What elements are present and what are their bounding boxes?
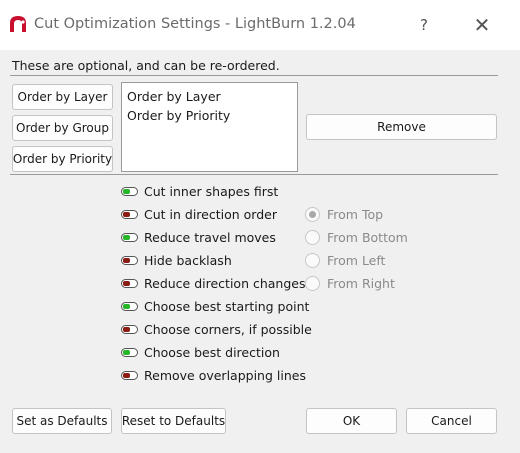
reset-to-defaults-button[interactable]: Reset to Defaults	[121, 408, 226, 434]
option-choose-corners[interactable]: Choose corners, if possible	[121, 320, 312, 338]
divider	[10, 75, 498, 76]
option-choose-best-starting-point[interactable]: Choose best starting point	[121, 297, 309, 315]
option-reduce-travel-moves[interactable]: Reduce travel moves	[121, 228, 276, 246]
radio-button[interactable]	[305, 206, 320, 222]
dialog-body: These are optional, and can be re-ordere…	[0, 50, 520, 453]
divider	[10, 174, 498, 175]
option-label: Remove overlapping lines	[144, 367, 306, 383]
close-button[interactable]: ✕	[462, 8, 502, 42]
option-label: Choose corners, if possible	[144, 321, 312, 337]
option-cut-inner-shapes-first[interactable]: Cut inner shapes first	[121, 182, 278, 200]
radio-label: From Right	[327, 275, 395, 291]
toggle-switch[interactable]	[121, 301, 138, 311]
toggle-switch[interactable]	[121, 255, 138, 265]
cancel-button[interactable]: Cancel	[406, 408, 497, 434]
toggle-switch[interactable]	[121, 370, 138, 380]
radio-from-bottom[interactable]: From Bottom	[305, 228, 408, 246]
toggle-switch[interactable]	[121, 232, 138, 242]
option-reduce-direction-changes[interactable]: Reduce direction changes	[121, 274, 305, 292]
option-label: Choose best starting point	[144, 298, 310, 314]
order-by-group-button[interactable]: Order by Group	[12, 115, 113, 141]
toggle-switch[interactable]	[121, 347, 138, 357]
set-as-defaults-button[interactable]: Set as Defaults	[12, 408, 112, 434]
option-label: Hide backlash	[144, 252, 232, 268]
radio-button[interactable]	[305, 275, 320, 291]
radio-from-top[interactable]: From Top	[305, 205, 383, 223]
option-hide-backlash[interactable]: Hide backlash	[121, 251, 232, 269]
option-cut-in-direction-order[interactable]: Cut in direction order	[121, 205, 277, 223]
option-label: Cut inner shapes first	[144, 183, 279, 199]
option-choose-best-direction[interactable]: Choose best direction	[121, 343, 280, 361]
toggle-switch[interactable]	[121, 324, 138, 334]
remove-button[interactable]: Remove	[306, 114, 497, 140]
order-by-priority-button[interactable]: Order by Priority	[12, 146, 113, 172]
hint-text: These are optional, and can be re-ordere…	[12, 58, 280, 73]
toggle-switch[interactable]	[121, 278, 138, 288]
radio-from-right[interactable]: From Right	[305, 274, 395, 292]
window-title: Cut Optimization Settings - LightBurn 1.…	[34, 16, 356, 32]
option-label: Reduce direction changes	[144, 275, 306, 291]
option-label: Choose best direction	[144, 344, 280, 360]
radio-label: From Left	[327, 252, 386, 268]
order-list-item[interactable]: Order by Priority	[127, 106, 297, 125]
lightburn-logo-icon	[8, 14, 28, 34]
option-remove-overlapping-lines[interactable]: Remove overlapping lines	[121, 366, 306, 384]
radio-button[interactable]	[305, 252, 320, 268]
toggle-switch[interactable]	[121, 209, 138, 219]
radio-from-left[interactable]: From Left	[305, 251, 385, 269]
toggle-switch[interactable]	[121, 186, 138, 196]
option-label: Reduce travel moves	[144, 229, 276, 245]
order-by-layer-button[interactable]: Order by Layer	[12, 84, 113, 110]
order-list[interactable]: Order by Layer Order by Priority	[121, 82, 298, 172]
option-label: Cut in direction order	[144, 206, 277, 222]
ok-button[interactable]: OK	[306, 408, 397, 434]
help-button[interactable]: ?	[404, 8, 444, 42]
radio-label: From Top	[327, 206, 384, 222]
title-bar: Cut Optimization Settings - LightBurn 1.…	[0, 0, 520, 50]
radio-button[interactable]	[305, 229, 320, 245]
order-list-item[interactable]: Order by Layer	[127, 87, 297, 106]
radio-label: From Bottom	[327, 229, 408, 245]
